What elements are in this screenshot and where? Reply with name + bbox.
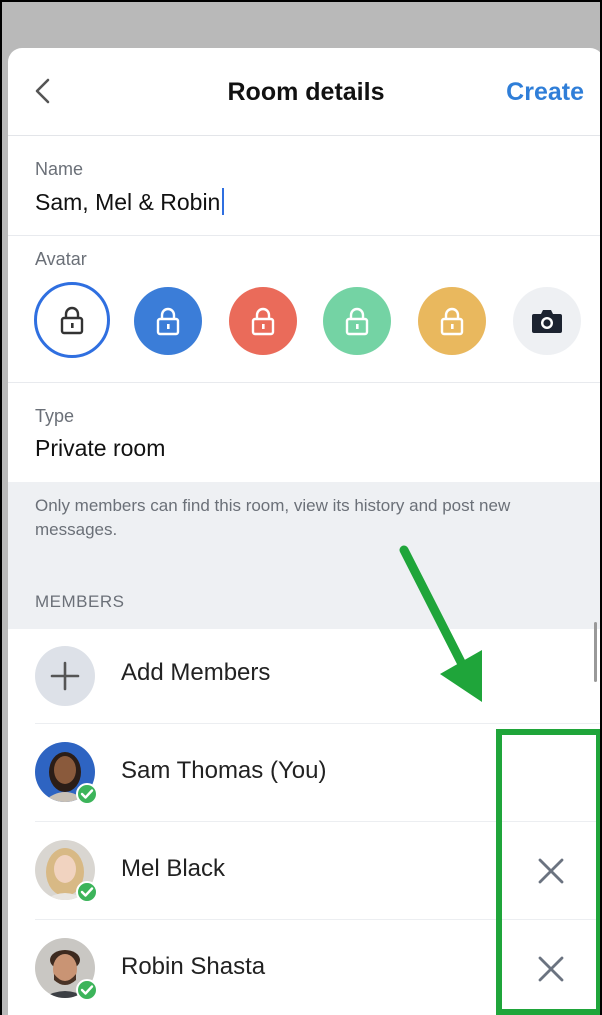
text-cursor [222,188,225,215]
lock-icon [60,306,84,335]
add-members-label: Add Members [121,659,271,686]
annotation-arrow-icon [399,545,482,702]
avatar [35,840,98,903]
name-label: Name [35,159,84,179]
avatar-option-red[interactable] [229,287,297,355]
member-name: Robin Shasta [121,953,266,980]
type-value[interactable]: Private room [35,435,165,462]
online-status-icon [76,979,98,1001]
avatar [35,742,98,805]
annotation-highlight-box [496,729,600,1015]
scrollbar[interactable] [594,622,597,682]
avatar [35,938,98,1001]
online-status-icon [76,783,98,805]
lock-icon [156,307,180,336]
online-status-icon [76,881,98,903]
screen-frame: Room details Create Name Sam, Mel & Robi… [0,0,602,1015]
avatar-option-camera[interactable] [513,287,581,355]
header-bar: Room details Create [8,48,600,136]
create-button[interactable]: Create [506,78,584,107]
plus-icon [50,661,80,691]
lock-icon [251,307,275,336]
add-members-button[interactable] [35,646,95,706]
lock-icon [440,307,464,336]
member-name: Mel Black [121,855,226,882]
name-value: Sam, Mel & Robin [35,189,221,215]
avatar-label: Avatar [35,249,87,269]
room-info-section: Only members can find this room, view it… [8,482,600,629]
avatar-option-blue[interactable] [134,287,202,355]
privacy-description: Only members can find this room, view it… [35,496,511,539]
add-members-row[interactable]: Add Members [8,626,600,724]
divider [8,235,600,236]
type-label: Type [35,406,75,426]
member-name: Sam Thomas (You) [121,757,327,784]
divider [8,382,600,383]
avatar-option-outline[interactable] [34,282,110,358]
members-section-header: MEMBERS [35,592,125,611]
lock-icon [345,307,369,336]
camera-icon [532,310,562,333]
name-field[interactable]: Sam, Mel & Robin [35,188,225,216]
avatar-option-green[interactable] [323,287,391,355]
avatar-option-yellow[interactable] [418,287,486,355]
